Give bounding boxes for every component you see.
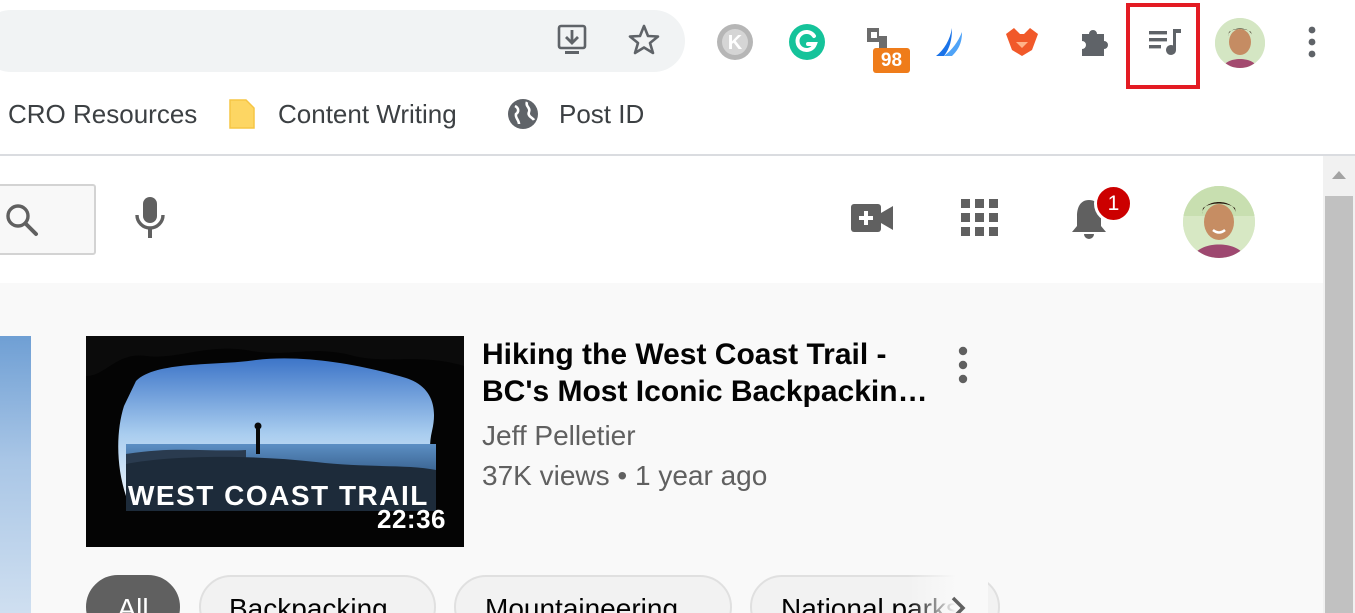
scrollbar-thumb[interactable] — [1325, 196, 1353, 613]
profile-avatar[interactable] — [1215, 18, 1265, 68]
wing-extension-icon[interactable] — [928, 20, 972, 64]
extensions-puzzle-icon[interactable] — [1072, 20, 1116, 64]
chip-label: Mountaineering — [485, 593, 679, 613]
search-button[interactable] — [0, 184, 96, 255]
video-duration: 22:36 — [377, 504, 446, 534]
microphone-icon[interactable] — [125, 192, 175, 244]
video-thumbnail[interactable]: WEST COAST TRAIL 22:36 — [86, 336, 464, 547]
chip-backpacking[interactable]: Backpacking — [199, 575, 436, 613]
scroll-up-arrow-icon[interactable] — [1323, 156, 1355, 194]
chevron-right-icon[interactable] — [938, 594, 978, 613]
video-title-line: Hiking the West Coast Trail - — [482, 338, 887, 371]
channel-name[interactable]: Jeff Pelletier — [482, 420, 636, 452]
svg-text:K: K — [728, 32, 743, 54]
video-menu-icon[interactable] — [948, 340, 978, 390]
globe-icon — [507, 98, 539, 130]
highlight-box — [1126, 3, 1200, 89]
bookmark-star-icon[interactable] — [626, 20, 662, 60]
previous-video-thumbnail[interactable] — [0, 336, 31, 613]
chip-label: Backpacking — [229, 593, 388, 613]
bookmark-content-writing[interactable]: Content Writing — [228, 90, 457, 138]
search-icon — [6, 203, 38, 236]
apps-grid-icon[interactable] — [955, 192, 1005, 244]
more-menu-icon[interactable] — [1290, 20, 1334, 64]
chip-label: All — [117, 593, 149, 613]
video-title[interactable]: Hiking the West Coast Trail - BC's Most … — [482, 336, 942, 410]
k-extension-icon[interactable]: K — [713, 20, 757, 64]
video-metadata: 37K views • 1 year ago — [482, 460, 768, 491]
create-video-icon[interactable] — [847, 192, 897, 244]
notification-count-badge: 1 — [1094, 184, 1133, 223]
grammarly-icon[interactable] — [785, 20, 829, 64]
bookmark-label: Content Writing — [278, 98, 457, 129]
fox-extension-icon[interactable] — [1000, 20, 1044, 64]
chip-mountaineering[interactable]: Mountaineering — [454, 575, 732, 613]
chip-all[interactable]: All — [86, 575, 180, 613]
bookmark-post-id[interactable]: Post ID — [507, 90, 644, 138]
video-title-line: BC's Most Iconic Backpacking… — [482, 375, 942, 408]
bookmark-cro-resources[interactable]: CRO Resources — [8, 90, 197, 138]
install-app-icon[interactable] — [554, 20, 590, 60]
account-avatar[interactable] — [1183, 186, 1255, 258]
bookmarks-bar: CRO Resources Content Writing Post ID — [0, 90, 1355, 138]
folder-icon — [228, 98, 256, 130]
extension-badge: 98 — [873, 48, 910, 73]
bookmark-label: Post ID — [559, 98, 645, 129]
bookmark-label: CRO Resources — [8, 98, 198, 129]
